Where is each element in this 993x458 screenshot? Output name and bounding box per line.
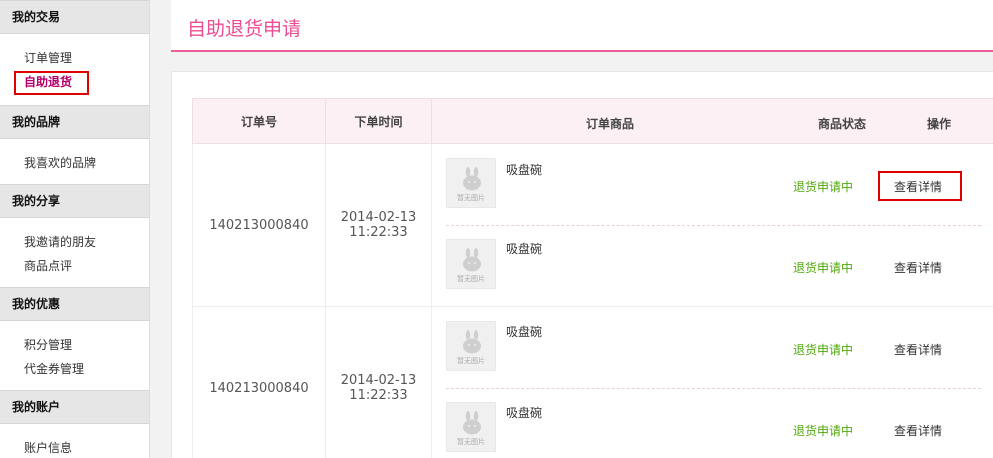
product-name[interactable]: 吸盘碗 [506,323,542,340]
return-status: 退货申请中 [793,424,854,438]
action-highlight [878,171,962,201]
bunny-placeholder-icon [463,167,481,191]
sidebar-item-order-management[interactable]: 订单管理 [24,46,149,70]
sidebar: 我的交易 订单管理 自助退货 我的品牌 我喜欢的品牌 我的分享 我邀请的朋友 商… [0,0,150,458]
sidebar-item-vouchers[interactable]: 代金券管理 [24,357,149,381]
active-item-highlight [14,71,89,95]
return-status: 退货申请中 [793,343,854,357]
sidebar-item-points[interactable]: 积分管理 [24,333,149,357]
order-time-cell: 2014-02-13 11:22:33 [325,143,432,307]
view-details-link[interactable]: 查看详情 [894,259,942,276]
sidebar-item-invited-friends[interactable]: 我邀请的朋友 [24,230,149,254]
column-header-order-time: 下单时间 [325,98,432,144]
bunny-placeholder-icon [463,330,481,354]
product-thumbnail[interactable]: 暂无图片 [446,239,496,289]
order-time: 11:22:33 [349,388,408,403]
order-number-cell: 140213000840 [192,306,326,458]
order-goods-cell: 暂无图片 吸盘碗 退货申请中 查看详情 暂无图片 吸盘碗 退货申请中 查看详情 [431,143,993,307]
column-header-group: 订单商品 商品状态 操作 [431,98,993,144]
order-time-cell: 2014-02-13 11:22:33 [325,306,432,458]
order-goods-cell: 暂无图片 吸盘碗 退货申请中 查看详情 暂无图片 吸盘碗 退货申请中 查看详情 [431,306,993,458]
goods-item: 暂无图片 吸盘碗 退货申请中 查看详情 [432,307,993,388]
column-header-action: 操作 [927,117,952,131]
sidebar-section-account: 我的账户 账户信息 [0,390,149,458]
product-thumbnail[interactable]: 暂无图片 [446,321,496,371]
view-details-link[interactable]: 查看详情 [894,341,942,358]
return-orders-table: 订单号 下单时间 订单商品 商品状态 操作 140213000840 2014-… [192,98,993,458]
no-image-label: 暂无图片 [457,438,485,446]
sidebar-section-title: 我的账户 [0,390,149,424]
goods-item: 暂无图片 吸盘碗 退货申请中 查看详情 [432,144,993,225]
order-number: 140213000840 [209,217,309,233]
order-date: 2014-02-13 [340,210,417,225]
view-details-link[interactable]: 查看详情 [894,422,942,439]
sidebar-section-share: 我的分享 我邀请的朋友 商品点评 [0,184,149,287]
table-row: 140213000840 2014-02-13 11:22:33 暂无图片 吸盘… [192,306,993,458]
order-date: 2014-02-13 [340,373,417,388]
sidebar-section-title: 我的交易 [0,0,149,34]
no-image-label: 暂无图片 [457,275,485,283]
order-number: 140213000840 [209,380,309,396]
sidebar-section-offers: 我的优惠 积分管理 代金券管理 [0,287,149,390]
product-name[interactable]: 吸盘碗 [506,404,542,421]
sidebar-section-title: 我的品牌 [0,105,149,139]
sidebar-section-title: 我的优惠 [0,287,149,321]
product-name[interactable]: 吸盘碗 [506,240,542,257]
column-header-status: 商品状态 [818,117,867,131]
product-name[interactable]: 吸盘碗 [506,161,542,178]
main-panel: 订单号 下单时间 订单商品 商品状态 操作 140213000840 2014-… [171,71,993,458]
sidebar-item-favorite-brands[interactable]: 我喜欢的品牌 [24,151,149,175]
return-status: 退货申请中 [793,180,854,194]
bunny-placeholder-icon [463,411,481,435]
page-root: 我的交易 订单管理 自助退货 我的品牌 我喜欢的品牌 我的分享 我邀请的朋友 商… [0,0,993,458]
product-thumbnail[interactable]: 暂无图片 [446,402,496,452]
bunny-placeholder-icon [463,248,481,272]
page-title: 自助退货申请 [187,18,302,40]
goods-item: 暂无图片 吸盘碗 退货申请中 查看详情 [432,388,993,458]
column-header-order-no: 订单号 [192,98,326,144]
table-row: 140213000840 2014-02-13 11:22:33 暂无图片 吸盘… [192,143,993,307]
sidebar-item-product-reviews[interactable]: 商品点评 [24,254,149,278]
goods-item: 暂无图片 吸盘碗 退货申请中 查看详情 [432,225,993,306]
column-header-goods: 订单商品 [586,117,635,131]
table-header-row: 订单号 下单时间 订单商品 商品状态 操作 [192,98,993,144]
sidebar-section-brand: 我的品牌 我喜欢的品牌 [0,105,149,184]
sidebar-item-account-info[interactable]: 账户信息 [24,436,149,458]
product-thumbnail[interactable]: 暂无图片 [446,158,496,208]
sidebar-section-title: 我的分享 [0,184,149,218]
return-status: 退货申请中 [793,261,854,275]
order-number-cell: 140213000840 [192,143,326,307]
no-image-label: 暂无图片 [457,357,485,365]
order-time: 11:22:33 [349,225,408,240]
page-header: 自助退货申请 [171,0,993,52]
no-image-label: 暂无图片 [457,194,485,202]
